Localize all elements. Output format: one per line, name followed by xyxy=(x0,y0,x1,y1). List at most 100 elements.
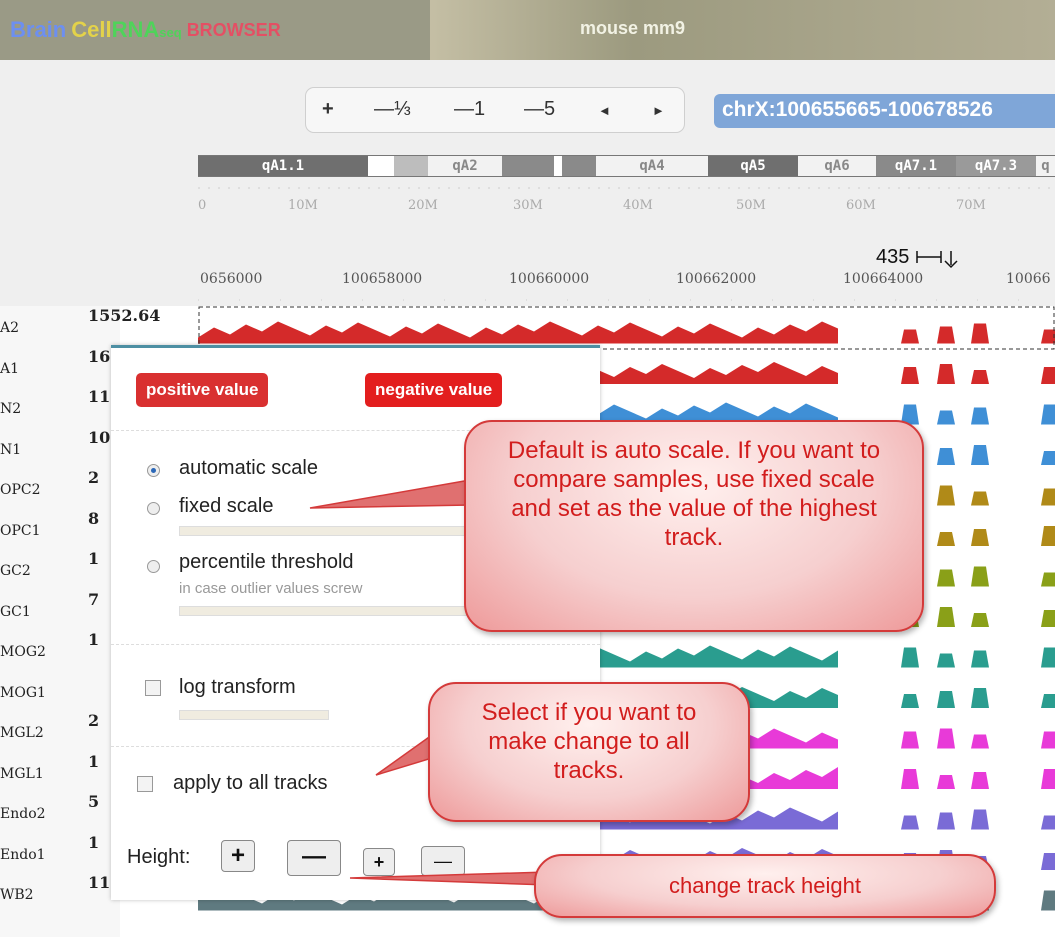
exon-peak xyxy=(1041,694,1055,708)
position-axis: 0656000 100658000 100660000 100662000 10… xyxy=(198,266,1055,306)
zoom-in-button[interactable]: + xyxy=(322,98,334,121)
exon-peak xyxy=(937,775,955,789)
band-grey xyxy=(394,156,428,176)
track-label-opc2[interactable]: OPC2 xyxy=(0,468,80,504)
track-label-opc1[interactable]: OPC1 xyxy=(0,509,80,545)
zoom-out-5-button[interactable]: —5 xyxy=(524,98,555,121)
app-logo[interactable]: Brain CellRNAseq BROWSER xyxy=(0,0,430,60)
exon-peak xyxy=(971,445,989,465)
track-label-endo2[interactable]: Endo2 xyxy=(0,792,80,828)
band-qA5: qA5 xyxy=(708,156,798,176)
track-height-callout: change track height xyxy=(534,854,996,918)
fixed-scale-radio[interactable] xyxy=(147,502,160,515)
track-label-mgl2[interactable]: MGL2 xyxy=(0,711,80,747)
exon-peak xyxy=(971,407,989,425)
track-max-value: 2 xyxy=(88,711,100,730)
navigation-toolbar: + —⅓ —1 —5 ◄ ► xyxy=(305,87,685,133)
percentile-threshold-radio[interactable] xyxy=(147,560,160,573)
exon-peak xyxy=(937,326,955,344)
apply-all-tracks-label: apply to all tracks xyxy=(173,772,328,794)
track-label-wb2[interactable]: WB2 xyxy=(0,873,80,909)
height-label: Height: xyxy=(127,846,191,868)
genome-label: mouse mm9 xyxy=(580,18,686,38)
coverage-block xyxy=(198,321,838,344)
percentile-input[interactable] xyxy=(179,606,469,616)
exon-peak xyxy=(937,485,955,506)
apply-all-callout: Select if you want to make change to all… xyxy=(428,682,750,822)
fixed-scale-input[interactable] xyxy=(179,526,469,536)
chromosome-ideogram[interactable]: qA1.1 qA2 qA4 qA5 qA6 qA7.1 qA7.3 q xyxy=(198,155,1055,177)
logo-word-brain: Brain xyxy=(10,17,67,42)
exon-peak xyxy=(971,809,989,830)
band-q: q xyxy=(1036,156,1055,176)
exon-peak xyxy=(937,691,955,708)
log-transform-checkbox[interactable] xyxy=(145,680,161,696)
track-max-value: 16 xyxy=(88,346,111,366)
automatic-scale-radio[interactable] xyxy=(147,464,160,477)
axis-tick-70M: 70M xyxy=(956,198,986,213)
coordinate-input[interactable]: chrX:100655665-100678526 xyxy=(714,94,1055,128)
track-label-n2[interactable]: N2 xyxy=(0,387,80,423)
track-label-gc2[interactable]: GC2 xyxy=(0,549,80,585)
log-transform-input[interactable] xyxy=(179,710,329,720)
height-decrease-large-button[interactable]: — xyxy=(287,840,341,876)
pan-left-icon[interactable]: ◄ xyxy=(598,103,611,118)
exon-peak xyxy=(1041,769,1055,789)
height-increase-small-button[interactable]: + xyxy=(363,848,395,876)
track-label-mog1[interactable]: MOG1 xyxy=(0,671,80,707)
exon-peak xyxy=(1041,815,1055,830)
positive-value-color-button[interactable]: positive value xyxy=(136,373,269,407)
exon-peak xyxy=(1041,853,1055,870)
percentile-threshold-label: percentile threshold xyxy=(179,551,354,573)
track-coverage-a2[interactable] xyxy=(198,321,1055,344)
band-qA7.3: qA7.3 xyxy=(956,156,1036,176)
exon-peak xyxy=(1041,526,1055,546)
axis-tick-40M: 40M xyxy=(623,198,653,213)
track-max-value: 1 xyxy=(88,832,100,852)
track-max-value: 10 xyxy=(88,427,111,447)
pos-tick-6: 10066 xyxy=(1006,271,1051,287)
height-increase-large-button[interactable]: + xyxy=(221,840,255,872)
track-label-a2[interactable]: A2 xyxy=(0,306,80,342)
negative-value-color-button[interactable]: negative value xyxy=(365,373,503,407)
band-qA4: qA4 xyxy=(596,156,708,176)
band-dark-2 xyxy=(562,156,596,176)
track-label-mog2[interactable]: MOG2 xyxy=(0,630,80,666)
track-max-value: 1 xyxy=(88,630,100,649)
pos-tick-2: 100658000 xyxy=(342,271,423,287)
fixed-scale-label: fixed scale xyxy=(179,495,274,517)
band-qA6: qA6 xyxy=(798,156,876,176)
exon-peak xyxy=(971,734,989,749)
exon-peak xyxy=(937,607,955,627)
exon-peak xyxy=(1041,610,1055,627)
track-label-a1[interactable]: A1 xyxy=(0,347,80,383)
axis-ticks xyxy=(198,187,1055,189)
zoom-out-1-button[interactable]: —1 xyxy=(454,98,485,121)
auto-scale-callout: Default is auto scale. If you want to co… xyxy=(464,420,924,632)
logo-word-browser: BROWSER xyxy=(186,19,281,40)
height-decrease-small-button[interactable]: — xyxy=(421,846,465,876)
apply-all-tracks-checkbox[interactable] xyxy=(137,776,153,792)
track-max-value: 5 xyxy=(88,792,100,811)
track-label-n1[interactable]: N1 xyxy=(0,428,80,464)
band-dark xyxy=(502,156,554,176)
exon-peak xyxy=(937,364,955,384)
exon-peak xyxy=(971,529,989,546)
track-label-mgl1[interactable]: MGL1 xyxy=(0,752,80,788)
track-label-endo1[interactable]: Endo1 xyxy=(0,833,80,869)
exon-peak xyxy=(1041,731,1055,749)
pos-axis-ticks xyxy=(198,299,1055,301)
band-qA2: qA2 xyxy=(428,156,502,176)
exon-peak xyxy=(901,367,919,384)
exon-peak xyxy=(971,370,989,384)
pos-tick-4: 100662000 xyxy=(676,271,757,287)
exon-peak xyxy=(1041,367,1055,384)
track-max-value: 1 xyxy=(88,751,100,771)
pan-right-icon[interactable]: ► xyxy=(652,103,665,118)
exon-peak xyxy=(971,323,989,344)
exon-peak xyxy=(971,566,989,587)
track-label-gc1[interactable]: GC1 xyxy=(0,590,80,626)
track-max-value: 7 xyxy=(88,589,100,609)
zoom-out-third-button[interactable]: —⅓ xyxy=(374,98,411,121)
band-qA1.1: qA1.1 xyxy=(198,156,368,176)
